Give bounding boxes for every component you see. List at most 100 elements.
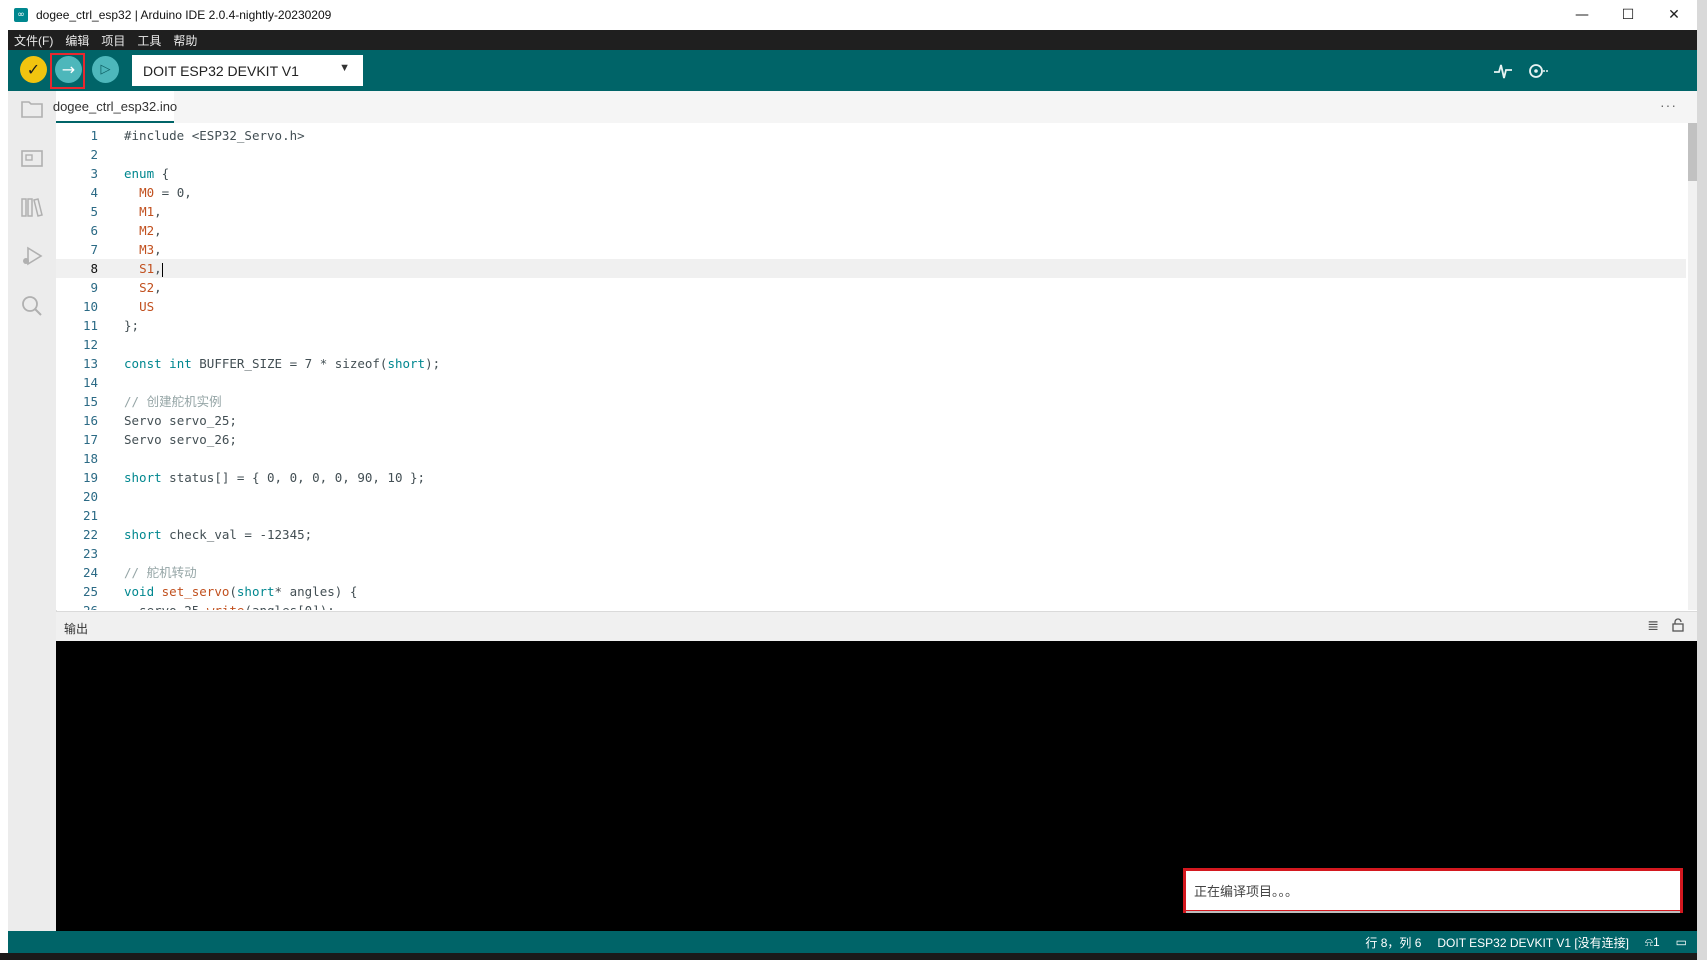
- board-status[interactable]: DOIT ESP32 DEVKIT V1 [没有连接]: [1437, 934, 1629, 951]
- line-number: 9: [90, 280, 98, 295]
- bell-icon: ⍾: [1645, 934, 1653, 949]
- code-line[interactable]: 4 M0 = 0,: [56, 183, 1686, 202]
- code-line[interactable]: 13 const int BUFFER_SIZE = 7 * sizeof(sho…: [56, 354, 1686, 373]
- code-line[interactable]: 23: [56, 544, 1686, 563]
- line-number: 18: [82, 451, 98, 466]
- code-line[interactable]: 10 US: [56, 297, 1686, 316]
- line-number: 6: [90, 223, 98, 238]
- notification-text: 正在编译项目。。。: [1194, 884, 1299, 899]
- notification-count: 1: [1652, 934, 1660, 949]
- more-actions-icon[interactable]: ···: [1660, 97, 1677, 113]
- chevron-down-icon: ▼: [339, 62, 350, 74]
- code-text: Servo servo_26;: [124, 432, 237, 447]
- line-number: 20: [82, 489, 98, 504]
- line-number: 15: [82, 394, 98, 409]
- line-number: 5: [90, 204, 98, 219]
- scrollbar-thumb[interactable]: [1688, 123, 1697, 181]
- line-number: 17: [82, 432, 98, 447]
- cursor-position[interactable]: 行 8，列 6: [1365, 934, 1421, 951]
- code-line[interactable]: 6 M2,: [56, 221, 1686, 240]
- code-text: #include <ESP32_Servo.h>: [124, 128, 305, 143]
- debug-icon[interactable]: [20, 244, 44, 268]
- verify-button[interactable]: ✓: [20, 56, 47, 83]
- window-controls: — ☐ ✕: [1559, 0, 1697, 30]
- notifications-indicator[interactable]: ⍾1: [1645, 935, 1660, 950]
- status-bar: 行 8，列 6 DOIT ESP32 DEVKIT V1 [没有连接] ⍾1 ▭: [8, 931, 1697, 953]
- code-line[interactable]: 25 void set_servo(short* angles) {: [56, 582, 1686, 601]
- scroll-lock-icon[interactable]: [1671, 618, 1685, 636]
- maximize-button[interactable]: ☐: [1605, 0, 1651, 30]
- code-line[interactable]: 17 Servo servo_26;: [56, 430, 1686, 449]
- code-text: void set_servo(short* angles) {: [124, 584, 358, 599]
- code-line[interactable]: 7 M3,: [56, 240, 1686, 259]
- line-number: 10: [82, 299, 98, 314]
- output-panel-header: 输出 ≣: [56, 611, 1697, 641]
- line-number: 21: [82, 508, 98, 523]
- line-number: 14: [82, 375, 98, 390]
- board-selector-label: DOIT ESP32 DEVKIT V1: [143, 62, 299, 79]
- activity-sidebar: [8, 91, 57, 931]
- line-number: 19: [82, 470, 98, 485]
- line-number: 23: [82, 546, 98, 561]
- code-text: short status[] = { 0, 0, 0, 0, 90, 10 };: [124, 470, 426, 485]
- code-line[interactable]: 26 servo_25.write(angles[0]);: [56, 601, 1686, 610]
- code-line[interactable]: 3 enum {: [56, 164, 1686, 183]
- line-number: 12: [82, 337, 98, 352]
- boards-manager-icon[interactable]: [20, 146, 44, 170]
- upload-button-highlight: [50, 53, 85, 89]
- board-selector[interactable]: DOIT ESP32 DEVKIT V1 ▼: [132, 55, 363, 86]
- library-icon[interactable]: [20, 195, 44, 219]
- code-line[interactable]: 1 #include <ESP32_Servo.h>: [56, 126, 1686, 145]
- line-number: 22: [82, 527, 98, 542]
- menu-file[interactable]: 文件(F): [14, 32, 53, 49]
- code-line[interactable]: 24 // 舵机转动: [56, 563, 1686, 582]
- line-number: 3: [90, 166, 98, 181]
- code-text: M0 = 0,: [139, 185, 192, 200]
- search-icon[interactable]: [20, 294, 44, 318]
- editor-tab-bar: dogee_ctrl_esp32.ino ···: [53, 91, 1697, 123]
- menu-bar: 文件(F) 编辑 项目 工具 帮助: [8, 30, 1697, 50]
- code-line[interactable]: 16 Servo servo_25;: [56, 411, 1686, 430]
- line-number: 26: [56, 601, 98, 610]
- debug-button[interactable]: ▷: [92, 56, 119, 83]
- code-line[interactable]: 9 S2,: [56, 278, 1686, 297]
- serial-monitor-icon[interactable]: [1526, 59, 1550, 83]
- code-line[interactable]: 15 // 创建舵机实例: [56, 392, 1686, 411]
- code-editor[interactable]: 1 #include <ESP32_Servo.h> 2 3 enum {4 M0 = …: [56, 123, 1686, 610]
- line-number: 1: [90, 128, 98, 143]
- code-text: M1,: [139, 204, 162, 219]
- line-number: 16: [82, 413, 98, 428]
- code-line[interactable]: 11};: [56, 316, 1686, 335]
- code-line[interactable]: 22 short check_val = -12345;: [56, 525, 1686, 544]
- code-text: S1,: [139, 261, 163, 277]
- menu-tools[interactable]: 工具: [137, 32, 161, 49]
- code-text: US: [139, 299, 155, 314]
- code-line[interactable]: 18: [56, 449, 1686, 468]
- serial-plotter-icon[interactable]: [1491, 59, 1515, 83]
- clear-output-icon[interactable]: ≣: [1647, 618, 1659, 634]
- code-line[interactable]: 14: [56, 373, 1686, 392]
- code-line[interactable]: 5 M1,: [56, 202, 1686, 221]
- code-line[interactable]: 20: [56, 487, 1686, 506]
- code-line[interactable]: 12: [56, 335, 1686, 354]
- code-text: // 舵机转动: [124, 565, 197, 580]
- close-button[interactable]: ✕: [1651, 0, 1697, 30]
- arduino-ide-window: ∞ dogee_ctrl_esp32 | Arduino IDE 2.0.4-n…: [0, 0, 1697, 960]
- code-text: short check_val = -12345;: [124, 527, 313, 542]
- line-number: 4: [90, 185, 98, 200]
- code-line[interactable]: 2: [56, 145, 1686, 164]
- tab-sketch-file[interactable]: dogee_ctrl_esp32.ino: [53, 91, 177, 123]
- code-text: const int BUFFER_SIZE = 7 * sizeof(short…: [124, 356, 441, 371]
- menu-sketch[interactable]: 项目: [101, 32, 125, 49]
- code-line[interactable]: 21: [56, 506, 1686, 525]
- code-line[interactable]: 19 short status[] = { 0, 0, 0, 0, 90, 10 …: [56, 468, 1686, 487]
- editor-scrollbar[interactable]: [1688, 123, 1697, 610]
- menu-help[interactable]: 帮助: [173, 32, 197, 49]
- code-line[interactable]: 8 S1,: [56, 259, 1686, 278]
- code-text: M3,: [139, 242, 162, 257]
- menu-edit[interactable]: 编辑: [65, 32, 89, 49]
- toggle-panel-icon[interactable]: ▭: [1676, 935, 1687, 949]
- minimize-button[interactable]: —: [1559, 0, 1605, 30]
- folder-icon[interactable]: [20, 97, 44, 121]
- code-text: Servo servo_25;: [124, 413, 237, 428]
